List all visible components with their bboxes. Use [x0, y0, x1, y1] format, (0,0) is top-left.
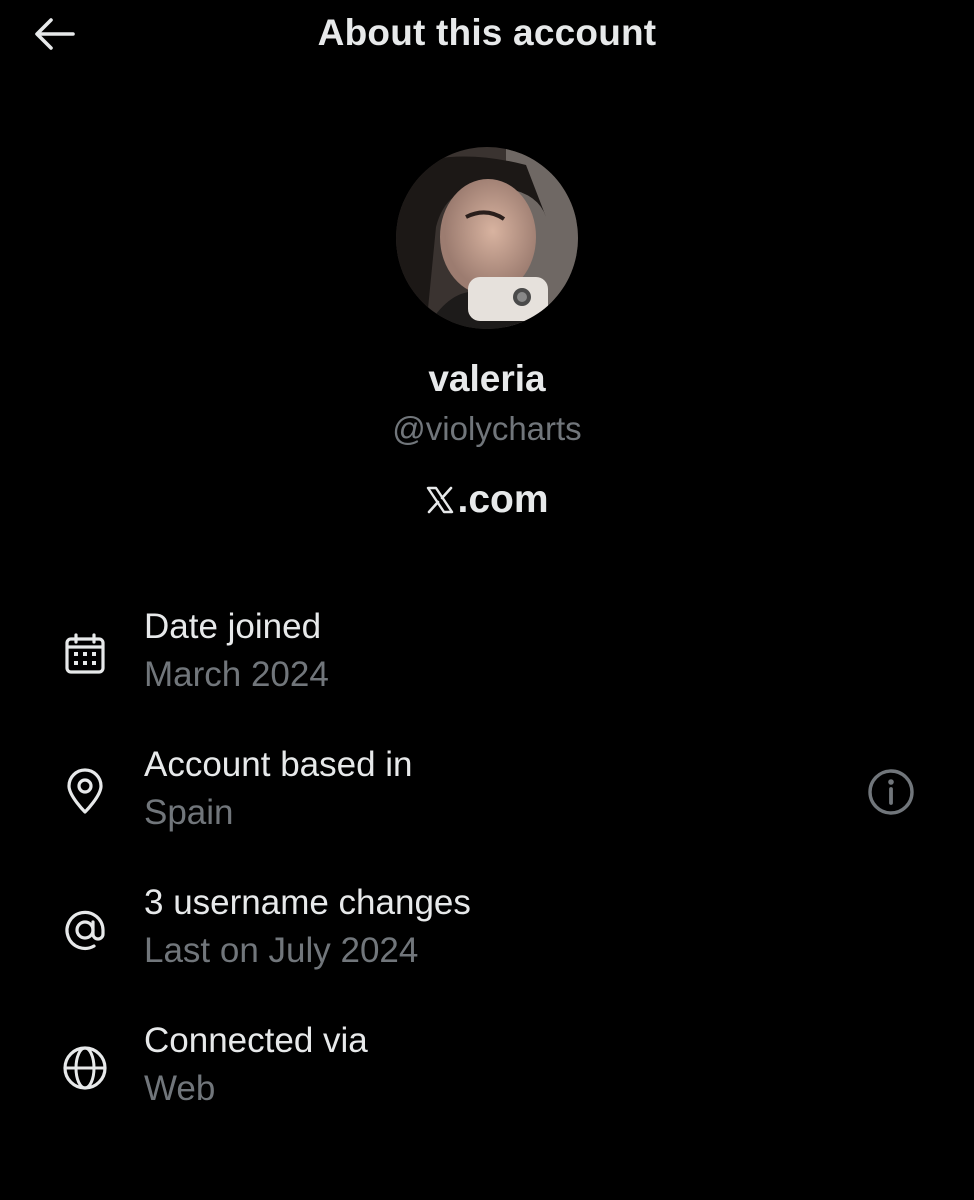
calendar-icon	[58, 627, 112, 681]
detail-row-date-joined: Date joined March 2024	[0, 607, 974, 707]
detail-title: Account based in	[144, 745, 413, 784]
header-bar: About this account	[0, 0, 974, 70]
platform-text: .com	[457, 478, 549, 521]
info-button[interactable]	[862, 763, 920, 821]
detail-row-connected-via: Connected via Web	[0, 1021, 974, 1121]
username-handle: @violycharts	[392, 410, 582, 447]
detail-value: March 2024	[144, 655, 329, 694]
detail-row-account-based-in: Account based in Spain	[0, 745, 974, 845]
location-pin-icon	[58, 765, 112, 819]
page-title: About this account	[317, 12, 657, 53]
detail-value: Spain	[144, 793, 234, 832]
platform-label: .com	[0, 478, 974, 522]
info-icon	[868, 769, 914, 815]
detail-title: Date joined	[144, 607, 322, 646]
display-name: valeria	[428, 358, 546, 399]
globe-icon	[58, 1041, 112, 1095]
detail-row-username-changes: 3 username changes Last on July 2024	[0, 883, 974, 983]
detail-title: Connected via	[144, 1021, 368, 1060]
x-logo-icon	[427, 486, 454, 514]
at-sign-icon	[58, 903, 112, 957]
detail-value: Web	[144, 1069, 216, 1108]
detail-value: Last on July 2024	[144, 931, 419, 970]
detail-title: 3 username changes	[144, 883, 471, 922]
avatar	[396, 147, 578, 329]
